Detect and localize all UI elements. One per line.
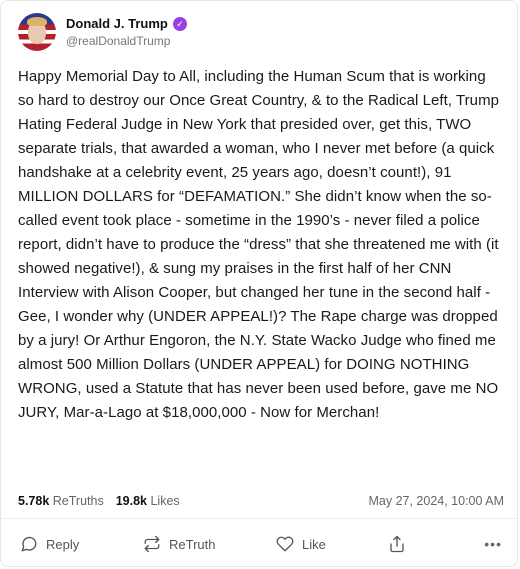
verified-badge-icon: ✓: [172, 16, 187, 31]
post-card: Donald J. Trump ✓ @realDonaldTrump Happy…: [0, 0, 518, 567]
post-text: Happy Memorial Day to All, including the…: [18, 68, 500, 421]
author-display-name[interactable]: Donald J. Trump: [66, 16, 168, 31]
like-button[interactable]: Like: [276, 535, 388, 553]
likes-count: 19.8k: [115, 494, 147, 508]
reply-icon: [21, 536, 37, 552]
heart-icon: [276, 536, 294, 552]
retruth-icon: [144, 535, 160, 553]
more-options-button[interactable]: •••: [484, 536, 502, 552]
post-timestamp[interactable]: May 27, 2024, 10:00 AM: [368, 494, 504, 508]
divider: [1, 518, 517, 519]
retruths-count: 5.78k: [18, 494, 50, 508]
retruth-label: ReTruth: [169, 536, 216, 552]
avatar[interactable]: [18, 13, 56, 51]
likes-stat[interactable]: 19.8k Likes: [116, 494, 180, 508]
display-name-row: Donald J. Trump ✓: [66, 16, 187, 31]
retruths-label: ReTruths: [52, 494, 104, 508]
more-icon: •••: [484, 536, 502, 552]
share-button[interactable]: [388, 535, 470, 553]
post-header: Donald J. Trump ✓ @realDonaldTrump: [18, 13, 187, 51]
post-stats: 5.78k ReTruths 19.8k Likes May 27, 2024,…: [18, 494, 504, 508]
avatar-hair: [27, 17, 47, 26]
retruth-button[interactable]: ReTruth: [143, 535, 276, 553]
author-names: Donald J. Trump ✓ @realDonaldTrump: [66, 16, 187, 48]
action-bar: Reply ReTruth Like •••: [20, 535, 502, 553]
reply-label: Reply: [46, 536, 80, 552]
likes-label: Likes: [150, 494, 180, 508]
reply-button[interactable]: Reply: [20, 535, 143, 553]
retruths-stat[interactable]: 5.78k ReTruths: [18, 494, 104, 508]
share-icon: [390, 535, 404, 553]
like-label: Like: [302, 536, 326, 552]
author-handle[interactable]: @realDonaldTrump: [66, 34, 187, 48]
